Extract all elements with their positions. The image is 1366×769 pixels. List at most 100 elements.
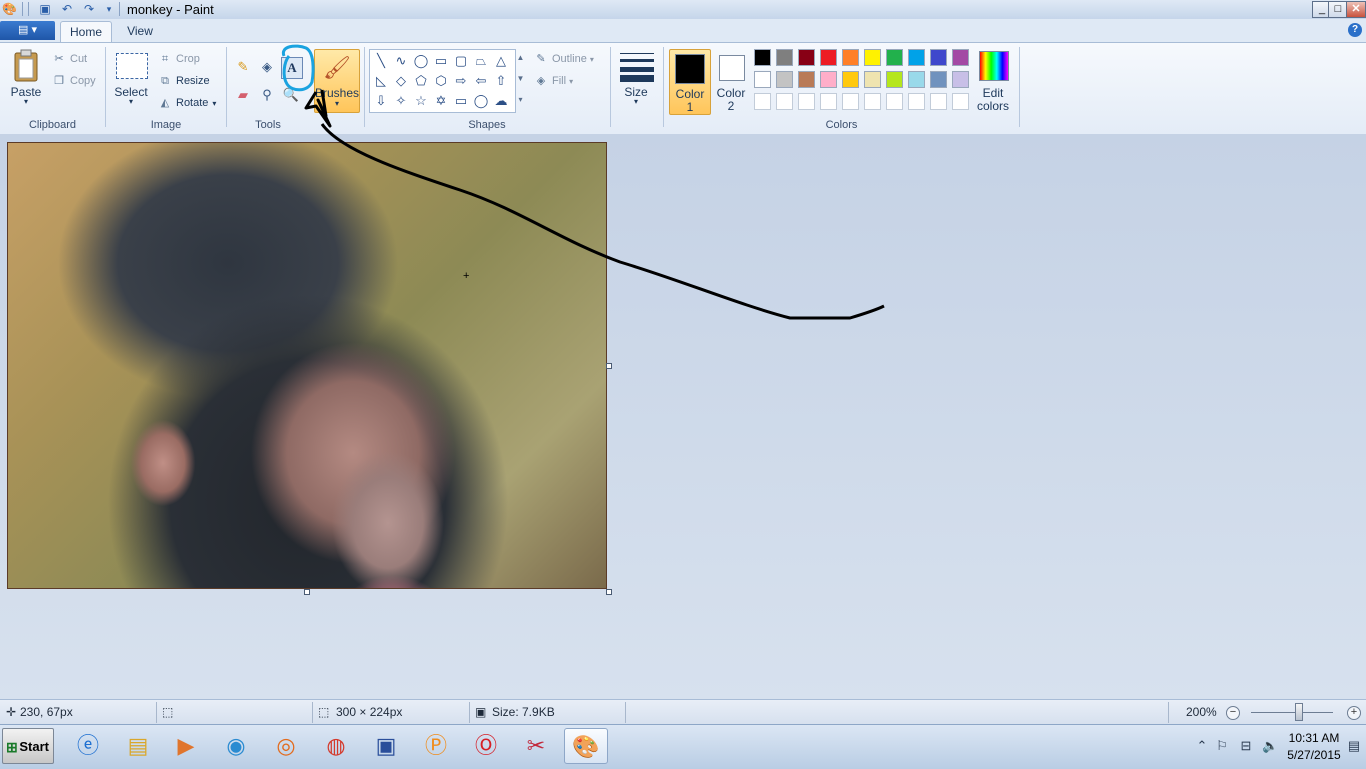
show-desktop-icon[interactable]: ▤ <box>1346 738 1362 754</box>
left-arrow-shape-icon[interactable]: ⇦ <box>472 72 490 90</box>
save-icon[interactable]: ▣ <box>38 2 52 16</box>
edit-colors-icon[interactable] <box>979 51 1009 81</box>
zoom-out-button[interactable]: − <box>1226 706 1240 720</box>
resize-handle-bottom[interactable] <box>304 589 310 595</box>
volume-icon[interactable]: 🔈 <box>1262 738 1278 754</box>
palette-swatch[interactable] <box>798 71 815 88</box>
palette-swatch[interactable] <box>952 71 969 88</box>
palette-swatch[interactable] <box>886 49 903 66</box>
palette-swatch[interactable] <box>930 93 947 110</box>
palette-swatch[interactable] <box>842 93 859 110</box>
file-explorer-icon[interactable]: ▤ <box>116 728 160 764</box>
start-button[interactable]: ⊞ Start <box>2 728 54 764</box>
eraser-icon[interactable]: ▰ <box>233 85 253 105</box>
palette-swatch[interactable] <box>820 49 837 66</box>
shapes-expand-icon[interactable]: ▾ <box>515 91 526 109</box>
paint-taskbar-icon[interactable]: 🎨 <box>564 728 608 764</box>
maximize-button[interactable]: □ <box>1328 1 1348 18</box>
curve-shape-icon[interactable]: ∿ <box>392 52 410 70</box>
pentagon-shape-icon[interactable]: ⬠ <box>412 72 430 90</box>
monkey-image-canvas[interactable] <box>7 142 607 589</box>
hexagon-shape-icon[interactable]: ⬡ <box>432 72 450 90</box>
chrome-icon[interactable]: ◍ <box>314 728 358 764</box>
palette-swatch[interactable] <box>754 93 771 110</box>
resize-button[interactable]: ⧉ Resize <box>158 73 210 89</box>
palette-swatch[interactable] <box>908 93 925 110</box>
palette-swatch[interactable] <box>842 71 859 88</box>
crop-button[interactable]: ⌗ Crop <box>158 51 200 67</box>
palette-swatch[interactable] <box>798 49 815 66</box>
help-icon[interactable]: ? <box>1348 23 1362 37</box>
rounded-rectangle-shape-icon[interactable]: ▢ <box>452 52 470 70</box>
undo-icon[interactable]: ↶ <box>60 2 74 16</box>
resize-handle-corner[interactable] <box>606 589 612 595</box>
palette-swatch[interactable] <box>952 49 969 66</box>
action-center-flag-icon[interactable]: ⚐ <box>1214 738 1230 754</box>
pencil-icon[interactable]: ✎ <box>233 57 253 77</box>
rect-callout-shape-icon[interactable]: ▭ <box>452 92 470 110</box>
right-triangle-shape-icon[interactable]: ◺ <box>372 72 390 90</box>
color1-button[interactable]: Color 1 <box>669 49 711 115</box>
palette-swatch[interactable] <box>776 49 793 66</box>
palette-swatch[interactable] <box>886 93 903 110</box>
fill-button[interactable]: ◈ Fill ▾ <box>534 73 573 89</box>
four-point-star-shape-icon[interactable]: ✧ <box>392 92 410 110</box>
customize-qat-icon[interactable]: ▾ <box>102 2 116 16</box>
paint-app-icon[interactable]: 🎨 <box>2 2 17 16</box>
palette-swatch[interactable] <box>776 71 793 88</box>
up-arrow-shape-icon[interactable]: ⇧ <box>492 72 510 90</box>
shapes-scroll-down-icon[interactable]: ▼ <box>515 70 526 88</box>
brushes-button[interactable]: 🖌 Brushes ▾ <box>314 49 360 113</box>
palette-swatch[interactable] <box>842 49 859 66</box>
oval-shape-icon[interactable]: ◯ <box>412 52 430 70</box>
cut-button[interactable]: ✂ Cut <box>52 51 87 67</box>
text-tool-icon[interactable]: A <box>281 57 303 79</box>
opera-icon[interactable]: Ⓞ <box>464 728 508 764</box>
zoom-in-button[interactable]: + <box>1347 706 1361 720</box>
fill-bucket-icon[interactable]: ◈ <box>257 57 277 77</box>
right-arrow-shape-icon[interactable]: ⇨ <box>452 72 470 90</box>
polygon-shape-icon[interactable]: ⏢ <box>472 52 490 70</box>
clock-date[interactable]: 5/27/2015 <box>1286 748 1342 762</box>
firefox-icon[interactable]: ◎ <box>264 728 308 764</box>
close-button[interactable]: ✕ <box>1346 1 1366 18</box>
palette-swatch[interactable] <box>864 49 881 66</box>
copy-button[interactable]: ❐ Copy <box>52 73 96 89</box>
select-dropdown-icon[interactable]: ▾ <box>125 97 137 106</box>
color-picker-icon[interactable]: ⚲ <box>257 85 277 105</box>
palette-swatch[interactable] <box>754 49 771 66</box>
down-arrow-shape-icon[interactable]: ⇩ <box>372 92 390 110</box>
palette-swatch[interactable] <box>908 49 925 66</box>
rectangle-shape-icon[interactable]: ▭ <box>432 52 450 70</box>
network-app-icon[interactable]: ◉ <box>214 728 258 764</box>
tab-home[interactable]: Home <box>60 21 112 42</box>
edit-colors-label-2[interactable]: colors <box>974 99 1012 113</box>
paste-icon[interactable] <box>12 49 40 83</box>
size-icon[interactable] <box>620 51 654 82</box>
resize-handle-right[interactable] <box>606 363 612 369</box>
five-point-star-shape-icon[interactable]: ☆ <box>412 92 430 110</box>
size-dropdown-icon[interactable]: ▾ <box>630 97 642 106</box>
palette-swatch[interactable] <box>930 71 947 88</box>
media-player-icon[interactable]: ▶ <box>164 728 208 764</box>
edit-colors-label[interactable]: Edit <box>974 86 1012 100</box>
select-icon[interactable] <box>116 53 148 79</box>
palette-swatch[interactable] <box>952 93 969 110</box>
palette-swatch[interactable] <box>820 71 837 88</box>
palette-swatch[interactable] <box>908 71 925 88</box>
shapes-scroll-up-icon[interactable]: ▲ <box>515 49 526 67</box>
six-point-star-shape-icon[interactable]: ✡ <box>432 92 450 110</box>
pandora-icon[interactable]: Ⓟ <box>414 728 458 764</box>
cloud-callout-shape-icon[interactable]: ☁ <box>492 92 510 110</box>
network-icon[interactable]: ⊟ <box>1238 738 1254 754</box>
internet-explorer-icon[interactable]: ⓔ <box>66 728 110 764</box>
triangle-shape-icon[interactable]: △ <box>492 52 510 70</box>
palette-swatch[interactable] <box>886 71 903 88</box>
paste-dropdown-icon[interactable]: ▾ <box>20 97 32 106</box>
palette-swatch[interactable] <box>820 93 837 110</box>
line-shape-icon[interactable]: ╲ <box>372 52 390 70</box>
diamond-shape-icon[interactable]: ◇ <box>392 72 410 90</box>
palette-swatch[interactable] <box>864 71 881 88</box>
snipping-tool-icon[interactable]: ✂ <box>514 728 558 764</box>
tab-view[interactable]: View <box>118 21 162 41</box>
